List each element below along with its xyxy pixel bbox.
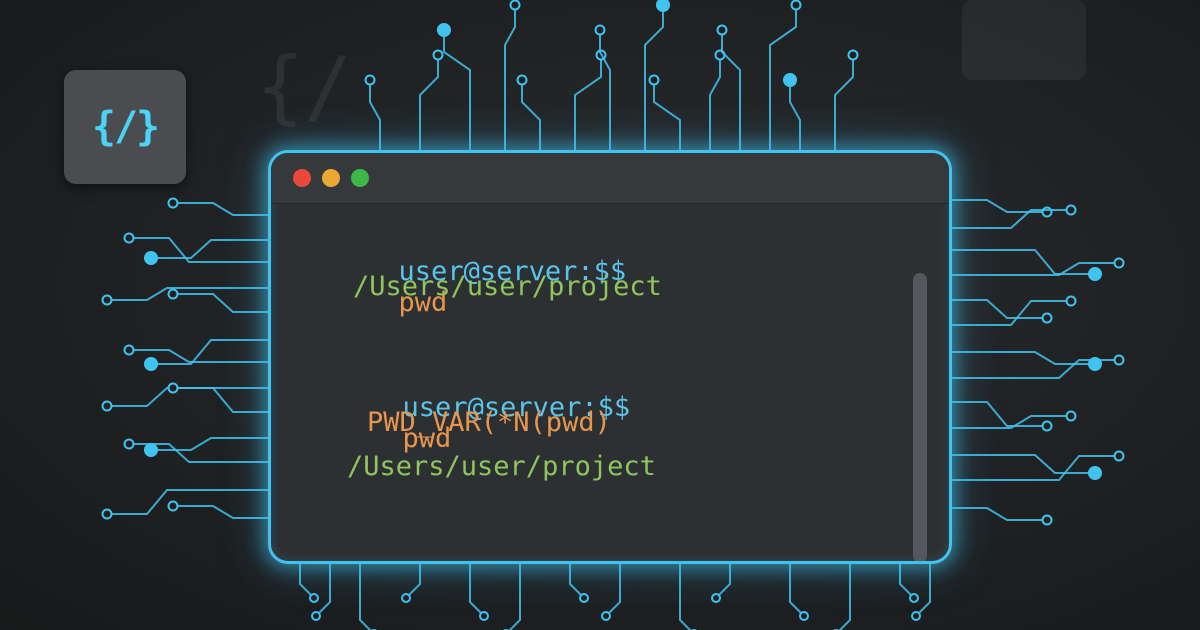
- minimize-dot-button[interactable]: [322, 169, 340, 187]
- code-icon: {/}: [91, 104, 160, 150]
- faded-card-decoration: [962, 0, 1086, 80]
- terminal-window: user@server:$$ pwd /Users/user/project u…: [268, 150, 952, 564]
- close-dot-button[interactable]: [293, 169, 311, 187]
- terminal-title-bar: [271, 153, 949, 204]
- faded-brace-decoration: {/: [256, 40, 353, 133]
- terminal-output[interactable]: user@server:$$ pwd /Users/user/project u…: [271, 203, 949, 561]
- scrollbar[interactable]: [913, 273, 927, 561]
- output-line-2: PWD_VAR(*N(pwd): [367, 407, 611, 438]
- output-line-1: /Users/user/project: [353, 271, 662, 302]
- code-icon-badge: {/}: [64, 70, 186, 184]
- maximize-dot-button[interactable]: [351, 169, 369, 187]
- output-line-3: /Users/user/project: [347, 451, 656, 482]
